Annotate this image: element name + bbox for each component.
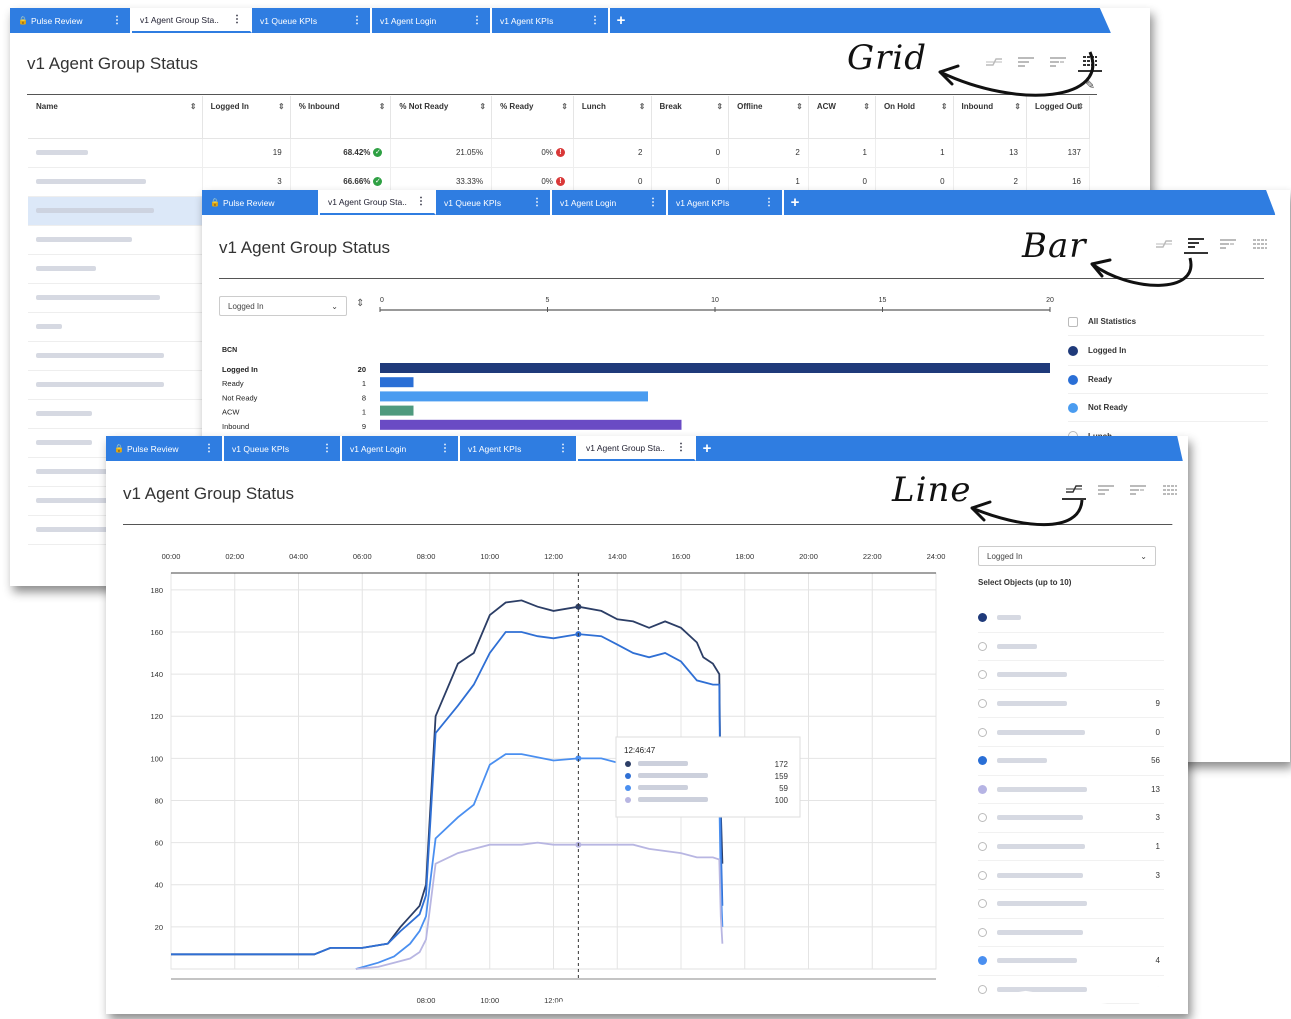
collage: 🔒 Pulse Review ⋮ v1 Agent Group Sta.. ⋮ v1 …: [0, 0, 1291, 1019]
annotation-arrows: [938, 51, 1193, 527]
arrow-to-grid-icon: [939, 51, 1095, 97]
